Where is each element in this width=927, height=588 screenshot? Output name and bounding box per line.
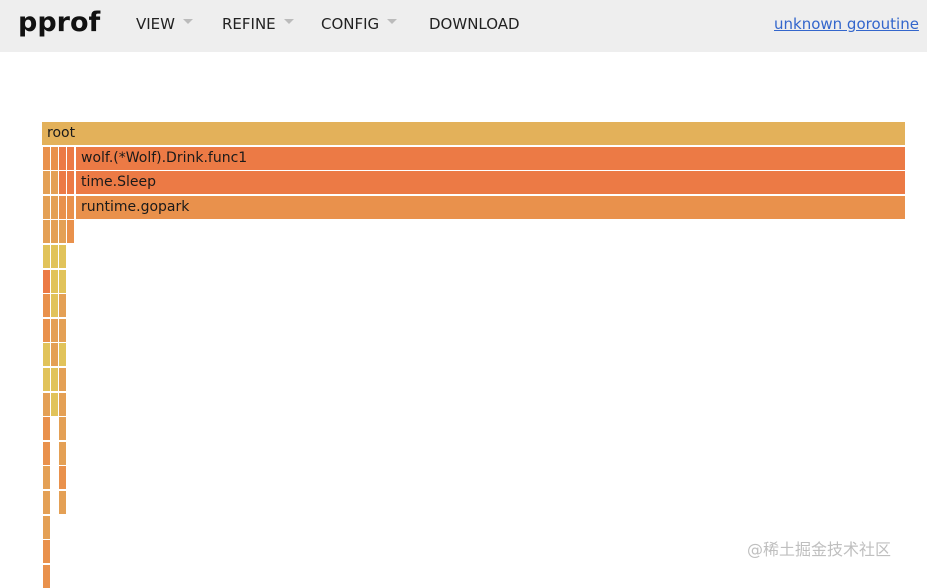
flame-frame-narrow[interactable] [43,466,50,490]
flame-frame-narrow[interactable] [59,392,66,416]
flame-frame-narrow[interactable] [51,245,58,268]
flame-frame[interactable]: wolf.(*Wolf).Drink.func1 [76,146,905,170]
download-menu[interactable]: DOWNLOAD [429,14,520,34]
flame-frame-narrow[interactable] [67,220,74,244]
flame-frame-narrow[interactable] [43,195,50,219]
flame-frame-narrow[interactable] [51,294,58,318]
flame-frame-narrow[interactable] [51,269,58,293]
flame-frame-narrow[interactable] [59,417,66,441]
flame-frame-narrow[interactable] [43,171,50,195]
flame-frame-narrow[interactable] [43,220,50,244]
flame-frame-narrow[interactable] [43,491,50,514]
chevron-down-icon [183,19,193,24]
profile-title-link[interactable]: unknown goroutine [774,14,919,34]
flame-frame-narrow[interactable] [59,368,66,391]
download-menu-label: DOWNLOAD [429,15,520,33]
flame-frame-narrow[interactable] [43,417,50,441]
refine-menu-label: REFINE [222,15,276,33]
flame-frame-narrow[interactable] [43,146,50,170]
flame-frame-narrow[interactable] [43,368,50,391]
flame-frame-narrow[interactable] [51,392,58,416]
chevron-down-icon [283,19,294,24]
chevron-down-icon [387,19,398,24]
flame-frame-narrow[interactable] [43,441,50,465]
flame-frame-narrow[interactable] [59,146,66,170]
flame-frame-narrow[interactable] [43,392,50,416]
flame-frame-narrow[interactable] [59,269,66,293]
flame-frame-narrow[interactable] [51,343,58,367]
flame-frame-narrow[interactable] [43,269,50,293]
flame-frame-narrow[interactable] [59,220,66,244]
flame-frame-root[interactable]: root [42,122,905,145]
pprof-logo: pprof [18,7,101,38]
view-menu-label: VIEW [136,15,175,33]
view-menu[interactable]: VIEW [136,14,193,34]
flame-frame-narrow[interactable] [51,220,58,244]
flame-frame-narrow[interactable] [59,318,66,342]
flame-frame-narrow[interactable] [59,441,66,465]
frame-label: time.Sleep [81,174,156,191]
flame-frame-narrow[interactable] [51,171,58,195]
flame-frame-narrow[interactable] [59,294,66,318]
flame-frame-narrow[interactable] [43,245,50,268]
flame-frame-narrow[interactable] [43,564,50,588]
flame-frame-narrow[interactable] [43,294,50,318]
flame-frame-narrow[interactable] [43,540,50,564]
frame-label: runtime.gopark [81,198,190,215]
flame-frame-narrow[interactable] [59,491,66,514]
flame-frame-narrow[interactable] [43,343,50,367]
top-bar: pprof VIEW REFINE CONFIG DOWNLOAD unknow… [0,0,927,52]
flame-frame-narrow[interactable] [43,515,50,539]
flame-frame-narrow[interactable] [51,195,58,219]
watermark: @稀土掘金技术社区 [747,540,892,559]
frame-label: root [47,125,76,141]
flame-frame-narrow[interactable] [51,146,58,170]
frame-label: wolf.(*Wolf).Drink.func1 [81,149,248,166]
flame-frame-narrow[interactable] [67,171,74,195]
flame-frame-narrow[interactable] [51,318,58,342]
flame-frame-narrow[interactable] [59,171,66,195]
config-menu-label: CONFIG [321,15,380,33]
flame-frame-narrow[interactable] [51,368,58,391]
flame-frame-narrow[interactable] [59,245,66,268]
flame-frame[interactable]: runtime.gopark [76,195,905,219]
refine-menu[interactable]: REFINE [222,14,294,34]
flame-frame-narrow[interactable] [67,195,74,219]
flame-frame-narrow[interactable] [59,195,66,219]
flame-frame[interactable]: time.Sleep [76,171,905,195]
flame-frame-narrow[interactable] [59,343,66,367]
flame-frame-narrow[interactable] [59,466,66,490]
config-menu[interactable]: CONFIG [321,14,398,34]
flame-frame-narrow[interactable] [67,146,74,170]
flame-graph: root wolf.(*Wolf).Drink.func1 time.Sleep ru… [0,0,927,588]
flame-frame-narrow[interactable] [43,318,50,342]
